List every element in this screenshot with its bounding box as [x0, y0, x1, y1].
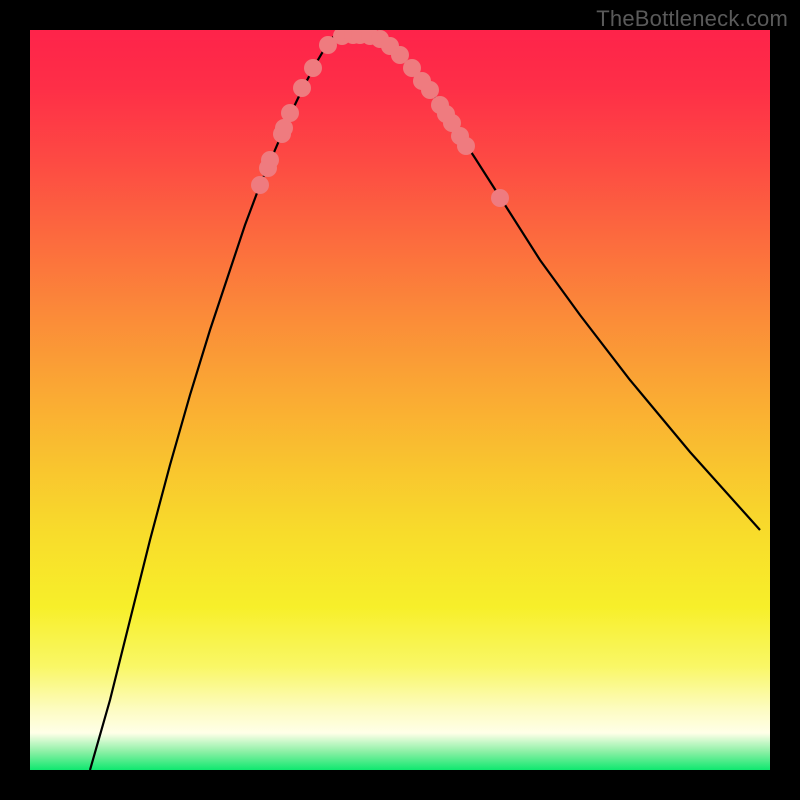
curve-marker: [261, 151, 279, 169]
curve-marker: [457, 137, 475, 155]
curve-marker: [251, 176, 269, 194]
curve-marker: [281, 104, 299, 122]
bottleneck-curve-svg: [30, 30, 770, 770]
curve-marker: [491, 189, 509, 207]
watermark-text: TheBottleneck.com: [596, 6, 788, 32]
plot-area: [30, 30, 770, 770]
marker-group: [251, 30, 509, 207]
curve-marker: [293, 79, 311, 97]
curve-marker: [421, 81, 439, 99]
chart-frame: TheBottleneck.com: [0, 0, 800, 800]
bottleneck-curve-path: [90, 35, 760, 770]
curve-marker: [304, 59, 322, 77]
